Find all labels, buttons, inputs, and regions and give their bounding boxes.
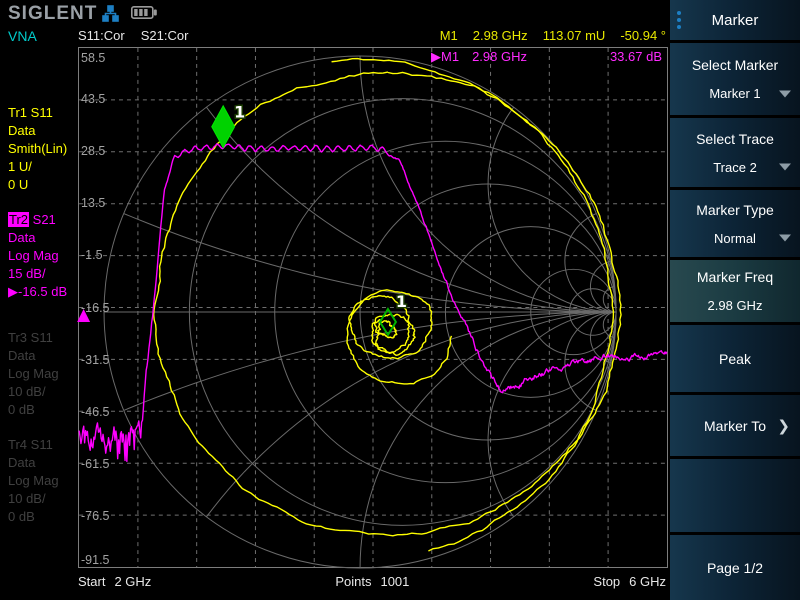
smith-reactance-arc xyxy=(488,312,616,517)
menu-dots-icon xyxy=(677,11,681,29)
y-axis-tick: 13.5 xyxy=(81,196,105,211)
y-axis-tick: -61.5 xyxy=(81,457,110,472)
menu-button-peak[interactable]: Peak xyxy=(670,322,800,392)
marker-value: 33.67 dB xyxy=(610,49,662,64)
marker-indicator: ▶M1 xyxy=(431,49,459,65)
trace-setting: Log Mag xyxy=(8,247,67,265)
trace-id: Tr1 xyxy=(8,105,27,120)
mode-label: VNA xyxy=(8,28,37,44)
y-axis-tick: -76.5 xyxy=(81,509,110,524)
trace-param: S21 xyxy=(29,212,56,227)
marker-freq: 2.98 GHz xyxy=(473,28,528,43)
trace-param: S11 xyxy=(27,330,53,345)
trace-param: S11 xyxy=(27,105,53,120)
trace-id: Tr4 xyxy=(8,437,27,452)
y-axis-tick: -31.5 xyxy=(81,353,110,368)
trace-setting: ▶-16.5 dB xyxy=(8,283,67,301)
battery-icon xyxy=(131,6,157,24)
y-axis-tick: -16.5 xyxy=(81,301,110,316)
y-axis-tick: -91.5 xyxy=(81,553,110,568)
start-freq: Start2 GHz xyxy=(78,574,151,589)
lan-network-icon xyxy=(102,5,119,27)
points-count: Points1001 xyxy=(335,574,409,589)
s11-status: S11:Cor xyxy=(78,28,125,43)
trace-setting: Data xyxy=(8,347,59,365)
menu-button-marker-type[interactable]: Marker Type Normal xyxy=(670,187,800,257)
marker1-label: 1 xyxy=(234,103,245,122)
trace-setting: Log Mag xyxy=(8,365,59,383)
chevron-down-icon xyxy=(779,235,791,242)
menu-button-select-marker[interactable]: Select Marker Marker 1 xyxy=(670,40,800,115)
trace-block-tr3[interactable]: Tr3 S11 DataLog Mag10 dB/0 dB xyxy=(8,329,59,419)
y-axis-tick: -46.5 xyxy=(81,405,110,420)
channel-status: S11:Cor S21:Cor xyxy=(78,28,188,43)
menu-button-label: Peak xyxy=(719,351,751,367)
menu-button-label: Marker Freq xyxy=(697,269,773,285)
trace-id: Tr3 xyxy=(8,330,27,345)
y-axis-tick: 28.5 xyxy=(81,144,105,159)
marker-name: M1 xyxy=(440,28,458,43)
menu-button-page-1-2[interactable]: Page 1/2 xyxy=(670,532,800,600)
annotation-row: S11:Cor S21:Cor M1 2.98 GHz 113.07 mU -5… xyxy=(78,26,666,44)
stop-freq: Stop6 GHz xyxy=(593,574,666,589)
menu-button-value: Marker 1 xyxy=(709,86,760,101)
trace-setting: 10 dB/ xyxy=(8,383,59,401)
trace-setting: Data xyxy=(8,122,67,140)
trace-block-tr4[interactable]: Tr4 S11 DataLog Mag10 dB/0 dB xyxy=(8,436,59,526)
trace-setting: Smith(Lin) xyxy=(8,140,67,158)
marker1-label: 1 xyxy=(396,292,407,311)
menu-button-label: Marker Type xyxy=(696,202,774,218)
sweep-info-bar: Start2 GHz Points1001 Stop6 GHz xyxy=(78,571,666,591)
menu-button-blank xyxy=(670,456,800,532)
menu-button-value: Trace 2 xyxy=(713,160,757,175)
trace-param: S11 xyxy=(27,437,53,452)
trace-block-tr1[interactable]: Tr1 S11 DataSmith(Lin)1 U/0 U xyxy=(8,104,67,194)
menu-button-value: Normal xyxy=(714,231,756,246)
menu-button-label: Select Marker xyxy=(692,57,778,73)
trace-id: Tr2 xyxy=(8,212,29,227)
plot-canvas[interactable]: 11 xyxy=(79,48,667,567)
trace-setting: 10 dB/ xyxy=(8,490,59,508)
y-axis-tick: -1.5 xyxy=(81,248,103,263)
marker1-readout-trace1: M1 2.98 GHz 113.07 mU -50.94 ° xyxy=(440,28,666,43)
smith-chart-plot[interactable]: 11 58.543.528.513.5-1.5-16.5-31.5-46.5-6… xyxy=(78,47,668,568)
marker-value: 113.07 mU xyxy=(543,28,606,43)
marker-phase: -50.94 ° xyxy=(620,28,666,43)
marker1-readout-trace2: ▶M1 2.98 GHz 33.67 dB xyxy=(79,49,667,65)
trace-setting: Log Mag xyxy=(8,472,59,490)
s21-status: S21:Cor xyxy=(141,28,189,43)
menu-button-label: Page 1/2 xyxy=(707,560,763,576)
marker1-diamond-trace2 xyxy=(212,106,235,148)
trace-setting: 15 dB/ xyxy=(8,265,67,283)
menu-button-label: Select Trace xyxy=(696,131,774,147)
trace-setting: Data xyxy=(8,454,59,472)
menu-button-label: Marker To xyxy=(704,418,766,434)
vna-screen: { "brand":{"logo":"SIGLENT"}, "statusbar… xyxy=(0,0,800,600)
trace-setting: 0 dB xyxy=(8,508,59,526)
menu-button-marker-freq[interactable]: Marker Freq 2.98 GHz xyxy=(670,257,800,322)
y-axis-tick: 43.5 xyxy=(81,92,105,107)
marker-freq: 2.98 GHz xyxy=(472,49,527,65)
trace-setting: Data xyxy=(8,229,67,247)
chevron-down-icon xyxy=(779,164,791,171)
menu-title: Marker xyxy=(670,0,800,40)
menu-button-select-trace[interactable]: Select Trace Trace 2 xyxy=(670,115,800,187)
trace-setting: 1 U/ xyxy=(8,158,67,176)
chevron-down-icon xyxy=(779,90,791,97)
trace-sidebar: VNA Tr1 S11DataSmith(Lin)1 U/0 UTr2 S21D… xyxy=(0,26,78,600)
menu-button-value: 2.98 GHz xyxy=(708,298,763,313)
soft-menu: Marker Select Marker Marker 1 Select Trace… xyxy=(670,0,800,600)
siglent-logo: SIGLENT xyxy=(8,3,97,25)
status-bar: SIGLENT xyxy=(0,0,670,26)
trace-setting: 0 dB xyxy=(8,401,59,419)
trace-block-tr2[interactable]: Tr2 S21 DataLog Mag15 dB/▶-16.5 dB xyxy=(8,211,67,301)
trace-setting: 0 U xyxy=(8,176,67,194)
chevron-right-icon: ❯ xyxy=(777,417,790,435)
menu-button-marker-to[interactable]: Marker To ❯ xyxy=(670,392,800,456)
